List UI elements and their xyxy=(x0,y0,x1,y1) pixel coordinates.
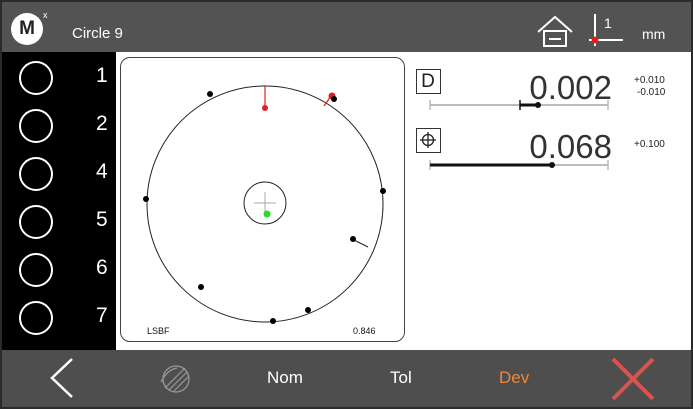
header-bar: M x Circle 9 1 mm xyxy=(2,2,691,52)
point-circle-icon xyxy=(19,157,53,191)
point-item[interactable]: 5 xyxy=(2,200,116,246)
deviation-line xyxy=(353,239,369,248)
measured-point xyxy=(331,96,337,102)
point-number: 4 xyxy=(96,160,108,183)
point-circle-icon xyxy=(19,205,53,239)
position-indicator xyxy=(549,162,555,168)
tab-dev[interactable]: Dev xyxy=(499,368,529,388)
tab-tol[interactable]: Tol xyxy=(390,368,412,388)
cancel-x-icon[interactable] xyxy=(609,355,657,403)
point-list: 1 2 4 5 6 7 xyxy=(2,52,116,350)
point-circle-icon xyxy=(19,301,53,335)
logo-letter: M xyxy=(19,18,35,39)
measured-point xyxy=(143,196,149,202)
point-item[interactable]: 4 xyxy=(2,152,116,198)
measured-point xyxy=(305,307,311,313)
point-item[interactable]: 2 xyxy=(2,104,116,150)
point-circle-icon xyxy=(19,61,53,95)
measured-point xyxy=(350,236,356,242)
diameter-measurement[interactable]: D 0.002 +0.010 -0.010 xyxy=(416,69,686,129)
axis-number: 1 xyxy=(604,15,612,31)
circle-plot[interactable]: LSBF 0.846 xyxy=(120,57,405,342)
point-circle-icon xyxy=(19,253,53,287)
logo[interactable]: M xyxy=(11,13,43,45)
home-icon[interactable] xyxy=(535,14,575,48)
point-item[interactable]: 7 xyxy=(2,296,116,342)
center-marker xyxy=(263,210,271,218)
position-measurement[interactable]: 0.068 +0.100 xyxy=(416,128,686,188)
tab-nom[interactable]: Nom xyxy=(267,368,303,388)
deviation-marker xyxy=(262,105,268,111)
page-title: Circle 9 xyxy=(72,25,123,42)
diameter-indicator xyxy=(535,102,541,108)
axis-origin-button[interactable]: 1 xyxy=(587,12,627,48)
point-number: 7 xyxy=(96,304,108,327)
point-item[interactable]: 6 xyxy=(2,248,116,294)
measured-point xyxy=(207,91,213,97)
fit-method-label: LSBF xyxy=(147,326,170,336)
measured-point xyxy=(380,188,386,194)
unit-label[interactable]: mm xyxy=(642,26,665,42)
app-window: M x Circle 9 1 mm 1 2 4 5 6 7 LSBF 0.846… xyxy=(0,0,693,409)
point-item[interactable]: 1 xyxy=(2,56,116,102)
back-chevron-icon[interactable] xyxy=(42,355,82,401)
point-number: 5 xyxy=(96,208,108,231)
point-number: 6 xyxy=(96,256,108,279)
measured-point xyxy=(270,318,276,324)
point-number: 2 xyxy=(96,112,108,135)
footer-toolbar: Nom Tol Dev xyxy=(2,350,691,407)
fit-value-label: 0.846 xyxy=(353,326,376,336)
logo-superscript: x xyxy=(43,10,48,20)
point-circle-icon xyxy=(19,109,53,143)
point-number: 1 xyxy=(96,64,108,87)
fit-method-icon[interactable] xyxy=(157,360,195,398)
measured-point xyxy=(198,284,204,290)
